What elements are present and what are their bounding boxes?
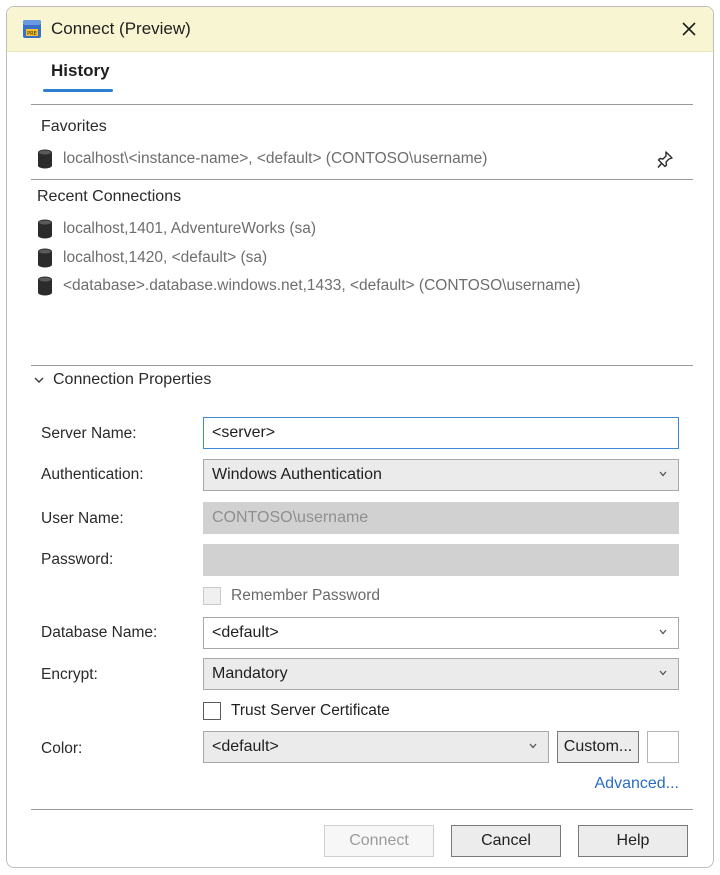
- authentication-value: Windows Authentication: [212, 466, 382, 483]
- recent-connection-item[interactable]: localhost,1401, AdventureWorks (sa): [37, 217, 677, 241]
- database-icon: [38, 219, 52, 239]
- remember-password-checkbox[interactable]: Remember Password: [203, 587, 380, 605]
- database-icon: [38, 248, 52, 268]
- pin-icon[interactable]: [657, 151, 673, 169]
- recent-connection-item[interactable]: <database>.database.windows.net,1433, <d…: [37, 274, 677, 298]
- user-name-value: CONTOSO\username: [212, 509, 369, 526]
- trust-server-certificate-box[interactable]: [203, 702, 221, 720]
- authentication-label: Authentication:: [41, 466, 144, 483]
- favorite-connection-text: localhost\<instance-name>, <default> (CO…: [63, 150, 488, 167]
- encrypt-value: Mandatory: [212, 665, 288, 682]
- color-swatch[interactable]: [647, 731, 679, 763]
- server-name-value: <server>: [212, 424, 276, 441]
- chevron-down-icon: [659, 629, 667, 635]
- encrypt-label: Encrypt:: [41, 666, 98, 683]
- remember-password-label: Remember Password: [231, 587, 381, 604]
- password-input[interactable]: [203, 544, 679, 576]
- divider: [31, 104, 693, 105]
- tab-history[interactable]: History: [45, 61, 116, 89]
- close-icon: [682, 22, 696, 36]
- divider: [31, 809, 693, 810]
- database-icon: [38, 149, 52, 169]
- password-label: Password:: [41, 551, 114, 568]
- authentication-select[interactable]: Windows Authentication: [203, 459, 679, 491]
- chevron-down-icon: [659, 471, 667, 477]
- favorite-connection-item[interactable]: localhost\<instance-name>, <default> (CO…: [37, 147, 677, 171]
- divider: [31, 179, 693, 180]
- svg-text:PRE: PRE: [27, 31, 37, 37]
- connection-properties-toggle[interactable]: Connection Properties: [33, 371, 211, 389]
- recent-connection-text: localhost,1401, AdventureWorks (sa): [63, 220, 317, 237]
- recent-connection-text: <database>.database.windows.net,1433, <d…: [63, 277, 581, 294]
- connection-properties-label: Connection Properties: [53, 371, 212, 388]
- connect-dialog: PRE Connect (Preview) History Favorites …: [6, 6, 714, 868]
- cancel-button[interactable]: Cancel: [451, 825, 561, 857]
- encrypt-select[interactable]: Mandatory: [203, 658, 679, 690]
- sql-app-icon: PRE: [23, 20, 41, 38]
- recent-connection-text: localhost,1420, <default> (sa): [63, 249, 268, 266]
- database-name-label: Database Name:: [41, 624, 158, 641]
- color-value: <default>: [212, 738, 279, 755]
- advanced-link[interactable]: Advanced...: [595, 775, 680, 793]
- favorites-label: Favorites: [41, 118, 107, 135]
- trust-server-certificate-checkbox[interactable]: Trust Server Certificate: [203, 702, 390, 720]
- chevron-down-icon: [659, 670, 667, 676]
- trust-server-certificate-label: Trust Server Certificate: [231, 702, 390, 719]
- database-name-value: <default>: [212, 624, 279, 641]
- database-icon: [38, 276, 52, 296]
- title-bar: PRE Connect (Preview): [7, 7, 713, 52]
- help-button[interactable]: Help: [578, 825, 688, 857]
- server-name-input[interactable]: <server>: [203, 417, 679, 449]
- tab-history-indicator: [43, 89, 113, 92]
- remember-password-box[interactable]: [203, 587, 221, 605]
- chevron-down-icon: [34, 377, 44, 383]
- database-name-select[interactable]: <default>: [203, 617, 679, 649]
- chevron-down-icon: [529, 743, 537, 749]
- close-button[interactable]: [675, 15, 703, 43]
- window-title: Connect (Preview): [51, 19, 191, 38]
- server-name-label: Server Name:: [41, 425, 137, 442]
- user-name-label: User Name:: [41, 510, 124, 527]
- color-select[interactable]: <default>: [203, 731, 549, 763]
- user-name-input[interactable]: CONTOSO\username: [203, 502, 679, 534]
- color-label: Color:: [41, 740, 83, 757]
- divider: [31, 365, 693, 366]
- custom-color-button[interactable]: Custom...: [557, 731, 639, 763]
- connect-button[interactable]: Connect: [324, 825, 434, 857]
- recent-connection-item[interactable]: localhost,1420, <default> (sa): [37, 246, 677, 270]
- recent-connections-label: Recent Connections: [37, 188, 182, 205]
